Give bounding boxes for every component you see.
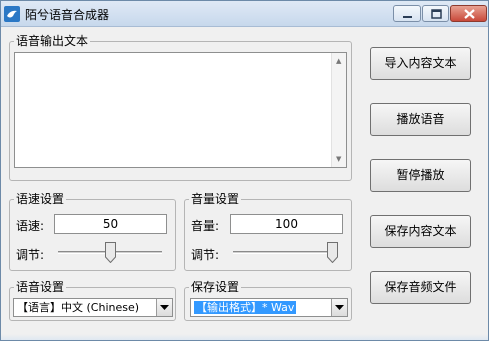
app-bird-icon <box>4 6 20 22</box>
volume-group-label: 音量设置 <box>189 192 242 206</box>
volume-label: 音量: <box>191 219 220 233</box>
play-voice-button[interactable]: 播放语音 <box>370 103 471 136</box>
volume-slider-thumb[interactable] <box>327 242 338 264</box>
voice-dropdown-button[interactable] <box>156 299 172 316</box>
save-audio-button[interactable]: 保存音频文件 <box>370 271 471 304</box>
output-text-group: 语音输出文本 ▲ ▼ <box>9 34 352 181</box>
chevron-down-icon <box>335 305 344 310</box>
save-settings-group: 保存设置 【输出格式】* Wav <box>184 280 352 321</box>
voice-language-selected: 【语言】中文 (Chinese) <box>17 301 140 314</box>
output-format-selected: 【输出格式】* Wav <box>194 301 297 314</box>
volume-adjust-label: 调节: <box>191 248 220 262</box>
output-textarea-scrollbar[interactable]: ▲ ▼ <box>331 53 346 167</box>
maximize-button[interactable] <box>422 5 449 22</box>
speed-settings-group: 语速设置 语速: 50 调节: <box>9 192 176 271</box>
window-title: 陌兮语音合成器 <box>25 8 110 22</box>
scroll-down-arrow-icon[interactable]: ▼ <box>336 155 341 163</box>
save-group-label: 保存设置 <box>189 280 242 294</box>
import-text-button[interactable]: 导入内容文本 <box>370 47 471 80</box>
volume-input[interactable]: 100 <box>230 214 343 234</box>
speed-group-label: 语速设置 <box>14 192 67 206</box>
speed-slider-thumb[interactable] <box>105 242 116 264</box>
chevron-down-icon <box>160 305 169 310</box>
output-textarea[interactable]: ▲ ▼ <box>14 52 347 168</box>
pause-playback-button[interactable]: 暂停播放 <box>370 159 471 192</box>
scroll-up-arrow-icon[interactable]: ▲ <box>336 57 341 65</box>
voice-language-select[interactable]: 【语言】中文 (Chinese) <box>13 298 173 317</box>
close-button[interactable] <box>450 5 487 22</box>
speed-adjust-label: 调节: <box>16 248 45 262</box>
window-bottom-edge <box>1 334 488 340</box>
minimize-button[interactable] <box>393 5 421 22</box>
voice-settings-group: 语音设置 【语言】中文 (Chinese) <box>9 280 176 321</box>
volume-settings-group: 音量设置 音量: 100 调节: <box>184 192 352 271</box>
save-text-button[interactable]: 保存内容文本 <box>370 215 471 248</box>
speed-input[interactable]: 50 <box>54 214 167 234</box>
output-format-select[interactable]: 【输出格式】* Wav <box>190 298 348 317</box>
volume-slider-track[interactable] <box>233 251 337 254</box>
voice-group-label: 语音设置 <box>14 280 67 294</box>
title-bar[interactable]: 陌兮语音合成器 <box>1 1 488 27</box>
output-text-group-label: 语音输出文本 <box>14 34 91 48</box>
speed-label: 语速: <box>16 219 45 233</box>
format-dropdown-button[interactable] <box>331 299 347 316</box>
main-window: 陌兮语音合成器 语音输出文本 ▲ ▼ 语速设置 语速: 50 调节: 音量设置 … <box>0 0 489 341</box>
